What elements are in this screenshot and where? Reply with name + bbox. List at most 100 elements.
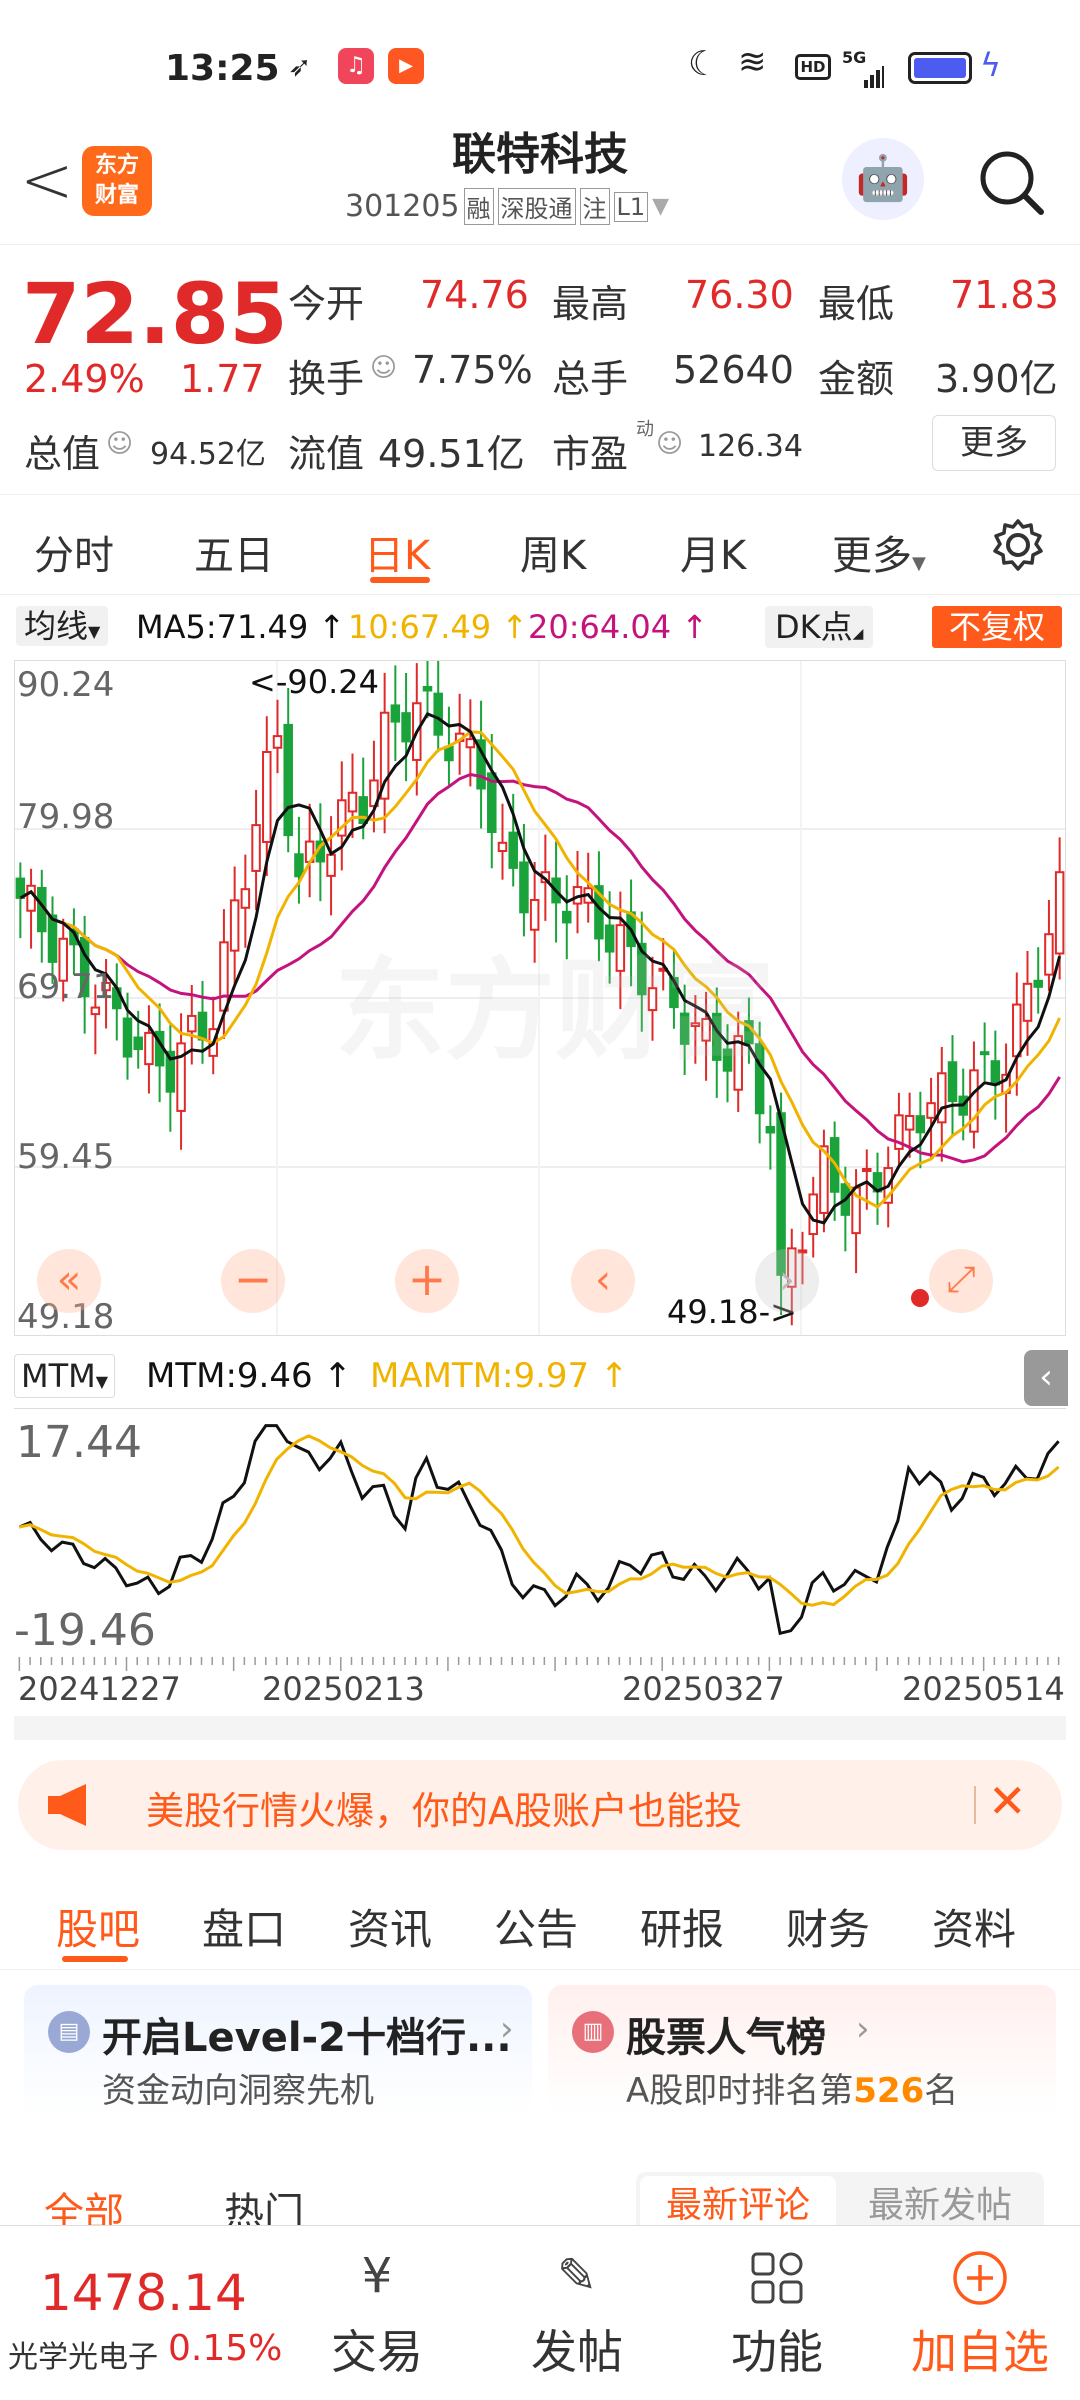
- mtm-selector-caret-icon: ▼: [95, 1372, 109, 1391]
- pe-label: 市盈: [552, 432, 629, 476]
- kline-panel[interactable]: 东方财富 90.24 79.98 69.71 59.45 49.18 <-90.…: [14, 660, 1066, 1337]
- turnover-info-icon[interactable]: ☺: [370, 353, 397, 383]
- candle-body: [47, 914, 58, 963]
- dk-label: DK点: [775, 608, 853, 646]
- candle-body: [262, 750, 272, 843]
- tab-daily-k[interactable]: 日K: [364, 523, 430, 581]
- mktcap-info-icon[interactable]: ☺: [106, 429, 133, 459]
- popularity-card-subtitle: A股即时排名第526名: [626, 2063, 958, 2112]
- volume-value: 52640: [673, 348, 794, 392]
- popularity-chevron-icon: ›: [856, 2009, 870, 2049]
- mtm-panel: 17.44 -19.46: [14, 1408, 1066, 1658]
- candle-body: [1054, 871, 1065, 955]
- tab-monthly-k[interactable]: 月K: [680, 523, 746, 581]
- tag-registered: 注: [579, 188, 610, 225]
- tab-five-day[interactable]: 五日: [194, 523, 274, 581]
- app-notification-icon: ➶: [288, 50, 312, 83]
- candle-body: [508, 831, 518, 869]
- candle-body: [465, 738, 476, 749]
- ma-selector[interactable]: 均线▼: [16, 606, 109, 646]
- tab-weekly-k[interactable]: 周K: [520, 523, 586, 581]
- popularity-card[interactable]: ▥ 股票人气榜 › A股即时排名第526名: [548, 1985, 1056, 2115]
- tab-profile[interactable]: 资料: [932, 1896, 1016, 1957]
- robot-assistant-icon[interactable]: 🤖: [842, 138, 924, 220]
- dk-point-button[interactable]: DK点◢: [765, 606, 874, 648]
- tag-connect: 深股通: [497, 188, 576, 225]
- tab-announcements[interactable]: 公告: [494, 1896, 578, 1957]
- index-value[interactable]: 1478.14: [40, 2264, 247, 2322]
- step-forward-icon[interactable]: ›: [755, 1249, 819, 1313]
- fullscreen-icon[interactable]: ⤢: [929, 1249, 993, 1313]
- candle-body: [444, 745, 454, 762]
- candle-body: [401, 712, 411, 743]
- candle-body: [1044, 933, 1054, 976]
- float-label: 流值: [288, 432, 365, 476]
- popularity-card-title: 股票人气榜: [626, 2015, 826, 2061]
- change-value: 1.77: [180, 357, 265, 401]
- tab-orderbook[interactable]: 盘口: [202, 1896, 286, 1957]
- dropdown-icon[interactable]: ▼: [652, 194, 669, 219]
- filter-row: 全部 热门 最新评论 最新发帖: [0, 2160, 1080, 2242]
- post-label: 发帖: [531, 2325, 623, 2379]
- trade-button[interactable]: ¥ 交易: [322, 2236, 432, 2391]
- ma5-arrow-icon: ↑: [318, 608, 346, 646]
- mktcap-label: 总值: [24, 432, 101, 476]
- mtm-svg: [18, 1424, 1060, 1636]
- zoom-in-icon[interactable]: +: [395, 1249, 459, 1313]
- status-bar: 13:25 ➶ ♫ ▶ ☾ ≋ HD 5G ϟ: [0, 0, 1080, 130]
- tab-news[interactable]: 资讯: [348, 1896, 432, 1957]
- tab-more-label: 更多: [832, 533, 912, 579]
- index-change: 0.15%: [168, 2328, 283, 2369]
- step-back-icon[interactable]: ‹: [571, 1249, 635, 1313]
- candle-body: [926, 1102, 936, 1119]
- candle-body: [90, 1006, 101, 1016]
- tab-finance[interactable]: 财务: [786, 1896, 870, 1957]
- level2-card[interactable]: ▤ 开启Level-2十档行... › 资金动向洞察先机: [24, 1985, 532, 2115]
- date-label-1: 20250213: [262, 1670, 425, 1708]
- active-tab-indicator: [370, 577, 430, 583]
- ma10-value: 10:67.49 ↑: [348, 608, 528, 646]
- promo-banner[interactable]: 美股行情火爆，你的A股账户也能投 ✕: [18, 1760, 1062, 1850]
- low-value: 71.83: [950, 273, 1059, 317]
- tab-forum[interactable]: 股吧: [56, 1896, 140, 1957]
- mamtm-value: MAMTM:9.97 ↑: [370, 1356, 629, 1396]
- collapse-panel-icon[interactable]: ‹: [1024, 1350, 1068, 1406]
- turnover-value: 7.75%: [412, 348, 533, 392]
- candle-body: [390, 704, 401, 723]
- pe-info-icon[interactable]: ☺: [656, 429, 683, 459]
- candle-body: [862, 1167, 872, 1172]
- wifi-icon: ≋: [738, 42, 767, 82]
- tag-level: L1: [613, 191, 649, 222]
- tab-research[interactable]: 研报: [640, 1896, 724, 1957]
- add-watchlist-button[interactable]: 加自选: [900, 2236, 1060, 2391]
- candle-body: [422, 685, 433, 692]
- candle-body: [347, 791, 358, 813]
- tab-intraday[interactable]: 分时: [34, 523, 114, 581]
- mtm-arrow-icon: ↑: [323, 1356, 352, 1396]
- ma10-arrow-icon: ↑: [501, 608, 529, 646]
- video-app-icon: ▶: [388, 48, 424, 84]
- fast-back-icon[interactable]: «: [37, 1249, 101, 1313]
- post-button[interactable]: ✎ 发帖: [522, 2236, 632, 2391]
- hd-icon: HD: [795, 54, 831, 80]
- settings-gear-icon[interactable]: [990, 517, 1046, 573]
- yuan-refresh-icon: ¥: [361, 2248, 393, 2304]
- charging-icon: ϟ: [980, 46, 1002, 84]
- candle-body: [133, 1036, 143, 1051]
- candle-body: [240, 888, 251, 909]
- adjustment-button[interactable]: 不复权: [932, 606, 1062, 648]
- close-icon[interactable]: ✕: [988, 1774, 1027, 1828]
- ma5-value: MA5:71.49 ↑: [136, 608, 345, 646]
- search-icon[interactable]: [975, 146, 1049, 220]
- candle-body: [433, 692, 443, 736]
- kline-chart-area: 均线▼ MA5:71.49 ↑ 10:67.49 ↑ 20:64.04 ↑ DK…: [0, 598, 1080, 1743]
- megaphone-icon: [46, 1782, 96, 1828]
- more-button[interactable]: 更多: [932, 415, 1056, 471]
- candle-body: [904, 1115, 915, 1131]
- functions-button[interactable]: 功能: [722, 2236, 832, 2391]
- tab-more[interactable]: 更多▼: [832, 523, 926, 581]
- y-label-0: 90.24: [17, 665, 115, 705]
- mtm-selector[interactable]: MTM▼: [14, 1354, 116, 1398]
- banner-divider: [974, 1786, 976, 1824]
- zoom-out-icon[interactable]: −: [221, 1249, 285, 1313]
